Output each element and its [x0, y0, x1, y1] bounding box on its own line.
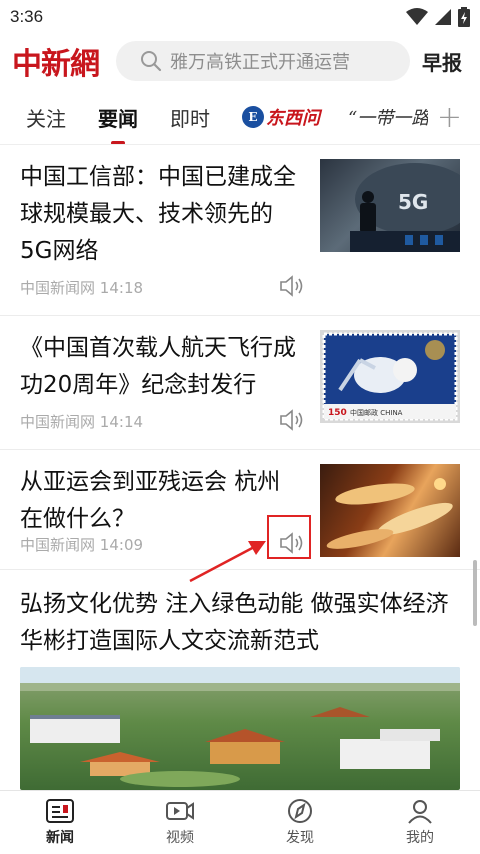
news-source: 中国新闻网: [20, 536, 96, 554]
tab-belt-road[interactable]: “一带一路: [348, 104, 428, 130]
news-featured-image: [20, 667, 460, 790]
news-title: 从亚运会到亚残运会 杭州在做什么？: [20, 469, 281, 532]
news-source: 中国新闻网: [20, 413, 96, 431]
channel-tabs: 关注 要闻 即时 E 东西问 “一带一路 +: [0, 92, 480, 142]
news-time: 14:18: [99, 279, 144, 297]
status-time: 3:36: [10, 7, 44, 26]
news-meta: 中国新闻网 14:18: [20, 277, 143, 298]
news-title: 中国工信部：中国已建成全球规模最大、技术领先的5G网络: [20, 164, 296, 264]
signal-icon: [435, 9, 451, 25]
bottom-navigation: 新闻 视频 发现 我的: [0, 790, 480, 854]
nav-news-label: 新闻: [46, 830, 74, 846]
tab-dongxiwen[interactable]: E 东西问: [242, 104, 320, 130]
nav-discover[interactable]: 发现: [240, 791, 360, 854]
stamp-image: 150 中国邮政 CHINA: [322, 332, 458, 421]
news-feed: 中国工信部：中国已建成全球规模最大、技术领先的5G网络 中国新闻网 14:18 …: [0, 145, 480, 790]
dongxiwen-logo-icon: E: [242, 106, 264, 128]
stamp-price: 150: [328, 408, 347, 418]
scrollbar[interactable]: [473, 560, 477, 626]
news-icon: [46, 799, 74, 823]
news-title: 《中国首次载人航天飞行成功20周年》纪念封发行: [20, 335, 296, 398]
news-thumbnail: [320, 464, 460, 557]
status-icons: [406, 7, 470, 27]
morning-news-label: 早报: [422, 50, 462, 75]
news-meta: 中国新闻网 14:09: [20, 534, 143, 555]
fiveg-text: 5G: [398, 190, 428, 214]
news-item[interactable]: 中国工信部：中国已建成全球规模最大、技术领先的5G网络 中国新闻网 14:18 …: [0, 145, 480, 316]
add-channel-icon[interactable]: +: [437, 100, 462, 135]
wifi-icon: [406, 8, 428, 25]
tab-headlines[interactable]: 要闻: [98, 103, 138, 132]
news-source: 中国新闻网: [20, 279, 96, 297]
nav-discover-label: 发现: [286, 830, 314, 846]
fiveg-stage-image: 5G: [350, 163, 460, 252]
stamp-label: 中国邮政 CHINA: [350, 408, 403, 417]
sports-venue-image: [326, 478, 453, 549]
video-icon: [166, 802, 194, 820]
annotation-highlight-box: [267, 515, 311, 559]
annotation-arrow-icon: [189, 541, 266, 583]
speaker-icon[interactable]: [278, 408, 306, 432]
news-thumbnail: 150 中国邮政 CHINA: [320, 330, 460, 423]
news-title: 弘扬文化优势 注入绿色动能 做强实体经济 华彬打造国际人文交流新范式: [20, 591, 449, 654]
tab-instant[interactable]: 即时: [170, 103, 210, 132]
nav-video[interactable]: 视频: [120, 791, 240, 854]
app-logo[interactable]: 中新網: [12, 39, 102, 83]
speaker-icon[interactable]: [278, 274, 306, 298]
news-thumbnail: 5G: [320, 159, 460, 252]
tab-follow[interactable]: 关注: [26, 103, 66, 132]
news-time: 14:09: [99, 536, 144, 554]
search-bar[interactable]: 雅万高铁正式开通运营: [116, 41, 410, 81]
battery-icon: [458, 7, 470, 27]
news-meta: 中国新闻网 14:14: [20, 411, 143, 432]
search-placeholder: 雅万高铁正式开通运营: [170, 52, 350, 73]
nav-profile[interactable]: 我的: [360, 791, 480, 854]
search-icon: [141, 51, 162, 72]
news-time: 14:14: [99, 413, 144, 431]
aerial-park-image: [20, 667, 460, 787]
profile-icon: [408, 800, 432, 824]
tab-dongxiwen-label: 东西问: [266, 108, 320, 129]
news-item-featured[interactable]: 弘扬文化优势 注入绿色动能 做强实体经济 华彬打造国际人文交流新范式: [0, 570, 480, 790]
morning-news-button[interactable]: 早报: [422, 38, 472, 76]
discover-icon: [288, 799, 312, 823]
nav-video-label: 视频: [166, 830, 194, 846]
app-header: 中新網 雅万高铁正式开通运营 早报: [0, 34, 480, 88]
news-item[interactable]: 《中国首次载人航天飞行成功20周年》纪念封发行 中国新闻网 14:14 150 …: [0, 316, 480, 450]
status-bar: 3:36: [0, 0, 480, 34]
nav-profile-label: 我的: [406, 830, 434, 846]
nav-news[interactable]: 新闻: [0, 791, 120, 854]
